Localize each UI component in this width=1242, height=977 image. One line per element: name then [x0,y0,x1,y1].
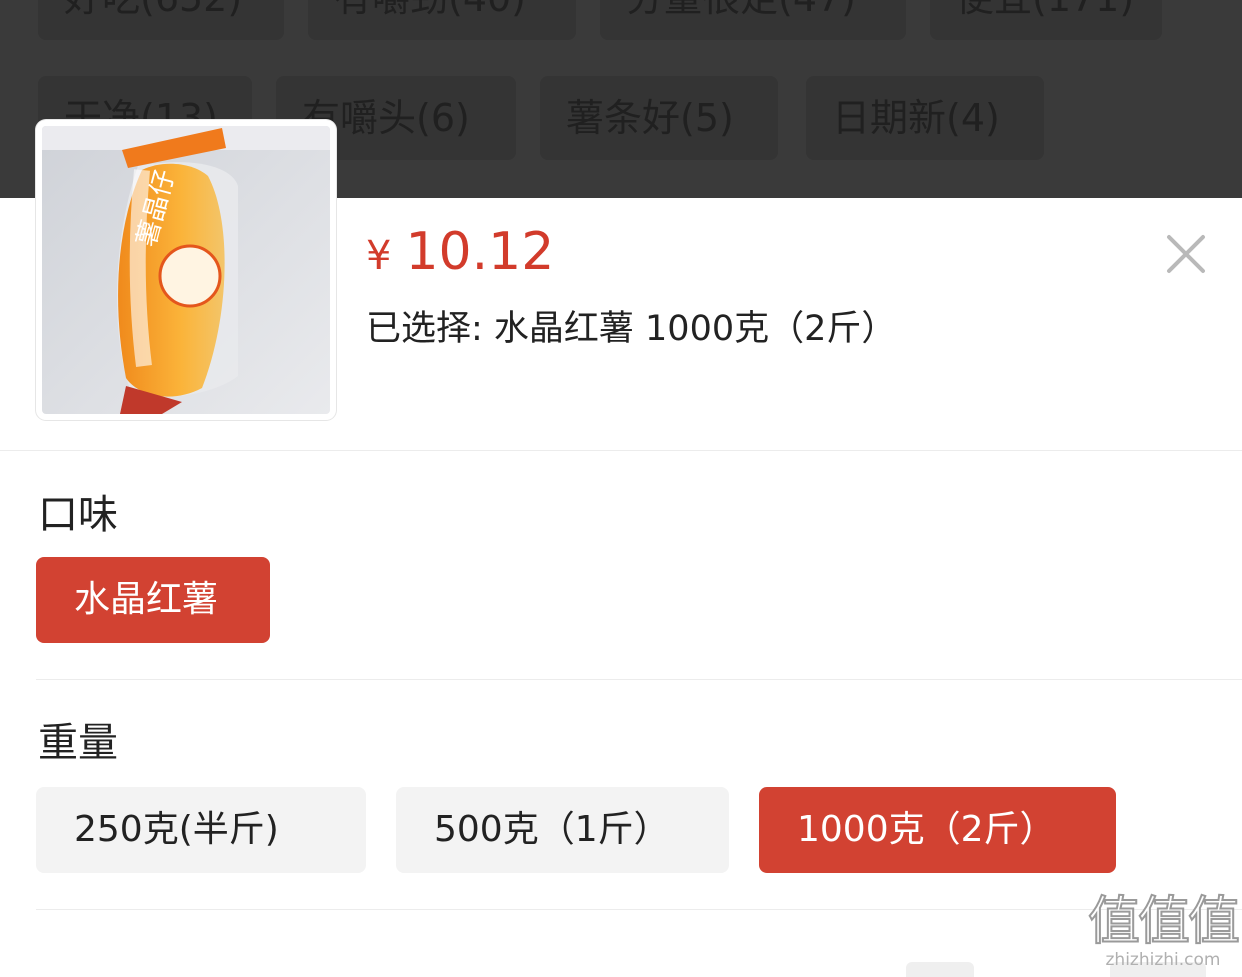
quantity-control-partial[interactable] [1110,962,1206,977]
price-value: 10.12 [405,222,555,282]
product-price: ¥10.12 [366,222,554,282]
product-photo: 薯晶仔 [42,126,330,414]
divider [0,450,1242,451]
review-tag: 有嚼劲(40) [308,0,576,40]
review-tag: 薯条好(5) [540,76,778,160]
review-tag: 分量很足(47) [600,0,906,40]
product-thumbnail[interactable]: 薯晶仔 [36,120,336,420]
flavor-section-title: 口味 [38,492,118,538]
flavor-option-crystal-sweet-potato[interactable]: 水晶红薯 [36,557,270,643]
divider [36,679,1242,680]
currency-symbol: ¥ [366,233,392,279]
review-tag: 便宜(171) [930,0,1162,40]
divider [36,909,1242,910]
selected-sku-text: 已选择: 水晶红薯 1000克（2斤） [366,309,897,349]
quantity-control-partial[interactable] [906,962,974,977]
weight-option-250g[interactable]: 250克(半斤) [36,787,366,873]
weight-option-500g[interactable]: 500克（1斤） [396,787,729,873]
weight-option-1000g[interactable]: 1000克（2斤） [759,787,1116,873]
review-tag: 日期新(4) [806,76,1044,160]
close-icon[interactable] [1166,234,1206,274]
review-tag: 好吃(652) [38,0,284,40]
weight-section-title: 重量 [38,720,118,766]
